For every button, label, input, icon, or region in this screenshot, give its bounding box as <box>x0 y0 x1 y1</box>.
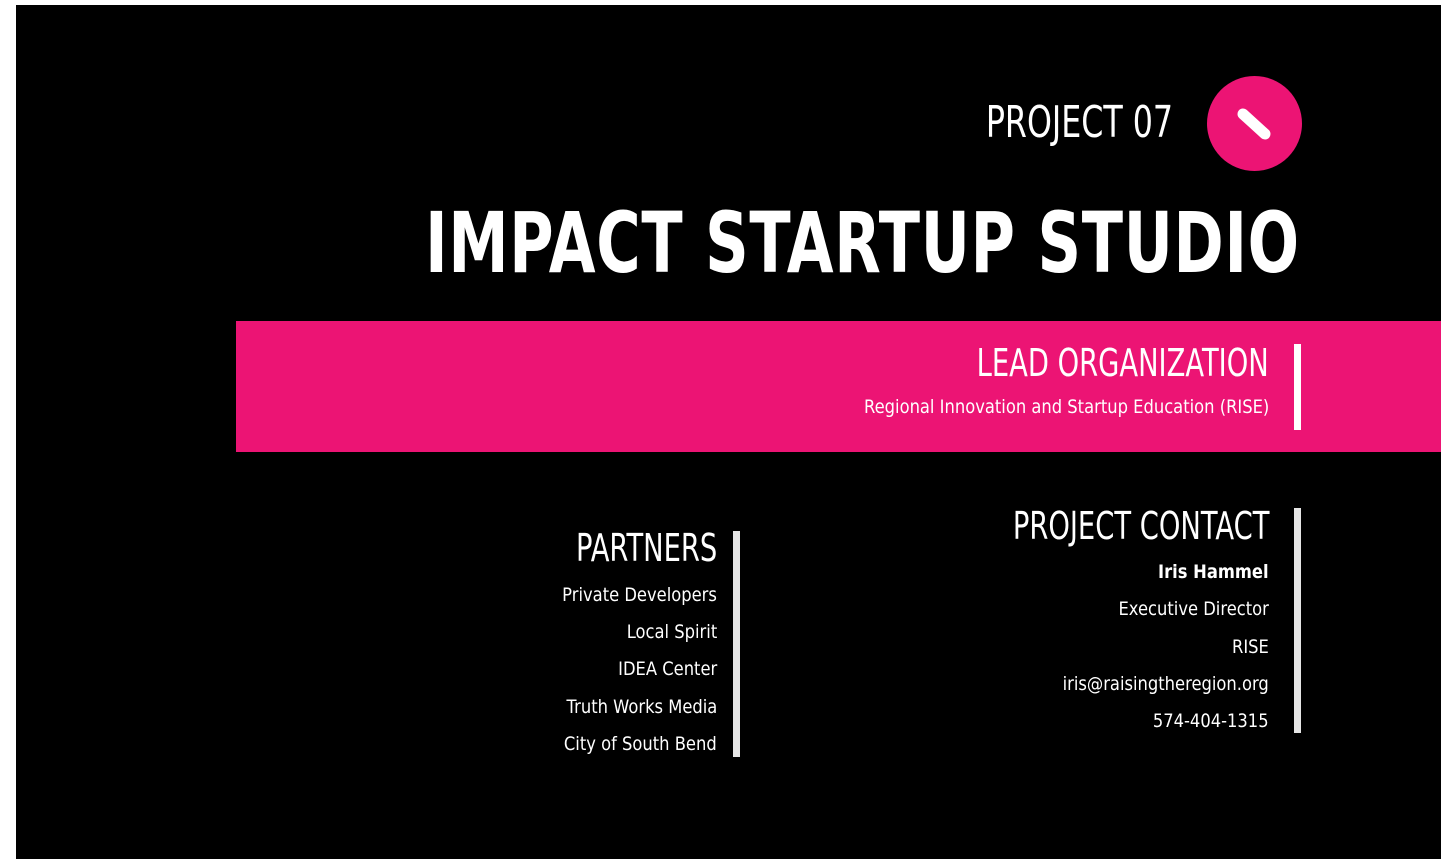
contact-name: Iris Hammel <box>1158 561 1269 583</box>
partner-item: Private Developers <box>562 584 717 606</box>
lead-divider-bar <box>1294 344 1301 430</box>
contact-role: Executive Director <box>1118 598 1269 620</box>
partners-block: PARTNERS Private Developers Local Spirit… <box>316 520 717 760</box>
slash-icon <box>1237 108 1271 140</box>
lead-organization-band: LEAD ORGANIZATION Regional Innovation an… <box>236 321 1441 452</box>
project-number: PROJECT 07 <box>985 97 1173 148</box>
partner-item: IDEA Center <box>617 658 717 680</box>
project-badge <box>1207 76 1302 171</box>
slide: PROJECT 07 IMPACT STARTUP STUDIO LEAD OR… <box>16 5 1441 859</box>
project-contact-divider-bar <box>1294 508 1301 733</box>
lead-organization-name: Regional Innovation and Startup Educatio… <box>863 396 1269 418</box>
contact-phone: 574-404-1315 <box>1153 710 1269 732</box>
project-contact-heading: PROJECT CONTACT <box>1012 504 1269 548</box>
partner-item: Truth Works Media <box>566 696 717 718</box>
partner-item: City of South Bend <box>564 733 717 755</box>
contact-organization: RISE <box>1232 636 1269 658</box>
partners-heading: PARTNERS <box>575 526 717 570</box>
project-contact-block: PROJECT CONTACT Iris Hammel Executive Di… <box>869 500 1269 740</box>
project-title: IMPACT STARTUP STUDIO <box>425 194 1300 292</box>
partner-item: Local Spirit <box>626 621 717 643</box>
contact-email: iris@raisingtheregion.org <box>1062 673 1269 695</box>
lead-organization-heading: LEAD ORGANIZATION <box>976 341 1269 385</box>
partners-divider-bar <box>733 531 740 757</box>
